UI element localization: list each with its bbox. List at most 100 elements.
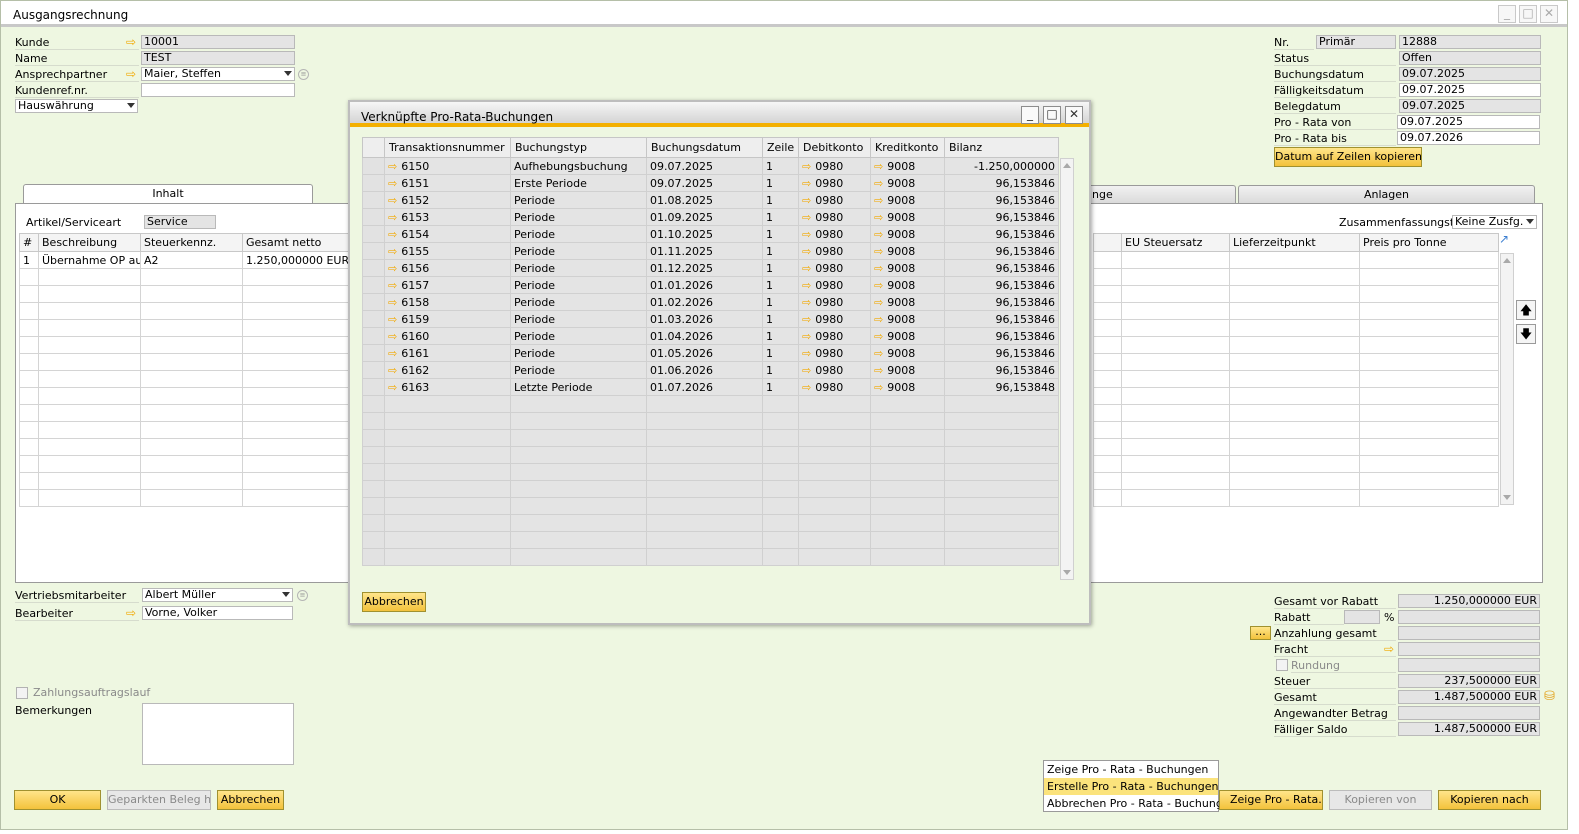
kundenref-input[interactable] (141, 83, 295, 97)
cell-typ[interactable]: Periode (510, 191, 647, 209)
cell-debit[interactable]: ⇨ 0980 (798, 378, 871, 396)
cell-tx[interactable]: ⇨ 6157 (384, 276, 511, 294)
link-arrow-icon[interactable]: ⇨ (802, 347, 811, 360)
cell-debit[interactable]: ⇨ 0980 (798, 276, 871, 294)
info-icon[interactable]: ≡ (297, 590, 308, 601)
link-arrow-icon[interactable]: ⇨ (802, 228, 811, 241)
cell-tx[interactable]: ⇨ 6156 (384, 259, 511, 277)
menu-item-erstelle-prorata[interactable]: Erstelle Pro - Rata - Buchungen (1044, 778, 1218, 795)
buchungsdatum-field[interactable]: 09.07.2025 (1399, 67, 1541, 81)
cell-bilanz[interactable]: 96,153846 (944, 191, 1059, 209)
cell-bilanz[interactable]: 96,153846 (944, 344, 1059, 362)
link-arrow-icon[interactable]: ⇨ (874, 364, 883, 377)
cell-bilanz[interactable]: 96,153846 (944, 242, 1059, 260)
kopieren-von-button[interactable]: Kopieren von (1329, 790, 1432, 810)
cancel-button[interactable]: Abbrechen (217, 790, 284, 810)
col-num[interactable]: # (19, 233, 39, 252)
table-row[interactable]: ⇨ 6151 Erste Periode 09.07.2025 1 ⇨ 0980 ⇨ 9008 9… (362, 174, 1059, 192)
cell-kredit[interactable]: ⇨ 9008 (870, 276, 945, 294)
artikelart-select[interactable]: Service (144, 215, 216, 229)
link-arrow-icon[interactable]: ⇨ (802, 194, 811, 207)
bearbeiter-field[interactable]: Vorne, Volker (142, 606, 293, 620)
zeige-prorata-button[interactable]: Zeige Pro - Rata... (1219, 790, 1323, 810)
table-row[interactable]: ⇨ 6156 Periode 01.12.2025 1 ⇨ 0980 ⇨ 9008 96,1538… (362, 259, 1059, 277)
cell-datum[interactable]: 01.06.2026 (646, 361, 763, 379)
table-row[interactable]: ⇨ 6154 Periode 01.10.2025 1 ⇨ 0980 ⇨ 9008 96,1538… (362, 225, 1059, 243)
cell-tx[interactable]: ⇨ 6153 (384, 208, 511, 226)
menu-item-abbrechen-prorata[interactable]: Abbrechen Pro - Rata - Buchungen (1044, 795, 1237, 812)
nr-series-select[interactable]: Primär (1316, 35, 1396, 49)
cell-debit[interactable]: ⇨ 0980 (798, 310, 871, 328)
cell-kredit[interactable]: ⇨ 9008 (870, 344, 945, 362)
cell-bilanz[interactable]: 96,153846 (944, 225, 1059, 243)
cell-debit[interactable]: ⇨ 0980 (798, 293, 871, 311)
cell-debit[interactable]: ⇨ 0980 (798, 327, 871, 345)
cell-debit[interactable]: ⇨ 0980 (798, 361, 871, 379)
cell-zeile[interactable]: 1 (762, 242, 799, 260)
row-steuer[interactable]: A2 (140, 251, 243, 269)
link-arrow-icon[interactable]: ⇨ (388, 262, 397, 275)
cell-bilanz[interactable]: 96,153846 (944, 310, 1059, 328)
rundung-checkbox[interactable] (1276, 659, 1288, 671)
rabatt-pct-input[interactable] (1344, 610, 1380, 624)
link-arrow-icon[interactable]: ⇨ (388, 296, 397, 309)
table-row[interactable]: ⇨ 6150 Aufhebungsbuchung 09.07.2025 1 ⇨ 0980 ⇨ 9… (362, 157, 1059, 175)
cell-datum[interactable]: 09.07.2025 (646, 157, 763, 175)
faelligkeitsdatum-field[interactable]: 09.07.2025 (1399, 83, 1541, 97)
link-arrow-icon[interactable]: ⇨ (874, 296, 883, 309)
cell-tx[interactable]: ⇨ 6162 (384, 361, 511, 379)
link-arrow-icon[interactable]: ⇨ (874, 279, 883, 292)
link-arrow-icon[interactable]: ⇨ (802, 381, 811, 394)
row-beschreibung[interactable]: Übernahme OP aus 2 (38, 251, 141, 269)
link-arrow-icon[interactable]: ⇨ (388, 330, 397, 343)
maximize-icon[interactable]: □ (1519, 5, 1537, 23)
cell-kredit[interactable]: ⇨ 9008 (870, 242, 945, 260)
anzahlung-button[interactable]: ... (1250, 626, 1271, 640)
cell-kredit[interactable]: ⇨ 9008 (870, 225, 945, 243)
cell-tx[interactable]: ⇨ 6151 (384, 174, 511, 192)
link-arrow-icon[interactable]: ⇨ (874, 245, 883, 258)
col-buchungsdatum[interactable]: Buchungsdatum (646, 137, 763, 158)
link-arrow-icon[interactable]: ⇨ (388, 228, 397, 241)
cell-kredit[interactable]: ⇨ 9008 (870, 208, 945, 226)
cell-kredit[interactable]: ⇨ 9008 (870, 293, 945, 311)
row-netto[interactable]: 1.250,000000 EUR (242, 251, 350, 269)
cell-datum[interactable]: 01.01.2026 (646, 276, 763, 294)
link-arrow-icon[interactable]: ⇨ (1384, 643, 1394, 656)
cell-typ[interactable]: Periode (510, 361, 647, 379)
cell-zeile[interactable]: 1 (762, 225, 799, 243)
menu-item-zeige-prorata[interactable]: Zeige Pro - Rata - Buchungen (1044, 761, 1218, 778)
cell-datum[interactable]: 09.07.2025 (646, 174, 763, 192)
tab-anlagen[interactable]: Anlagen (1238, 185, 1535, 204)
cell-kredit[interactable]: ⇨ 9008 (870, 191, 945, 209)
link-arrow-icon[interactable]: ⇨ (802, 313, 811, 326)
link-arrow-icon[interactable]: ⇨ (388, 279, 397, 292)
cell-bilanz[interactable]: 96,153846 (944, 276, 1059, 294)
cell-tx[interactable]: ⇨ 6159 (384, 310, 511, 328)
cell-typ[interactable]: Aufhebungsbuchung (510, 157, 647, 175)
link-arrow-icon[interactable]: ⇨ (388, 211, 397, 224)
park-document-button[interactable]: Geparkten Beleg hi... (107, 790, 211, 810)
cell-tx[interactable]: ⇨ 6158 (384, 293, 511, 311)
rabatt-amount-field[interactable] (1398, 610, 1540, 624)
col-buchungstyp[interactable]: Buchungstyp (510, 137, 647, 158)
link-arrow-icon[interactable]: ⇨ (802, 262, 811, 275)
cell-debit[interactable]: ⇨ 0980 (798, 208, 871, 226)
cell-zeile[interactable]: 1 (762, 259, 799, 277)
minimize-icon[interactable]: _ (1498, 5, 1516, 23)
zusammenfassung-select[interactable]: Keine Zusfg. (1452, 215, 1537, 229)
table-row[interactable]: 1 Übernahme OP aus 2 A2 1.250,000000 EUR (19, 251, 350, 269)
link-arrow-icon[interactable]: ⇨ (388, 177, 397, 190)
link-arrow-icon[interactable]: ⇨ (802, 245, 811, 258)
cell-zeile[interactable]: 1 (762, 361, 799, 379)
cell-kredit[interactable]: ⇨ 9008 (870, 361, 945, 379)
link-arrow-icon[interactable]: ⇨ (126, 68, 136, 81)
table-row[interactable]: ⇨ 6162 Periode 01.06.2026 1 ⇨ 0980 ⇨ 9008 96,1538… (362, 361, 1059, 379)
link-arrow-icon[interactable]: ⇨ (802, 330, 811, 343)
cell-zeile[interactable]: 1 (762, 276, 799, 294)
prorata-von-field[interactable]: 09.07.2025 (1397, 115, 1540, 129)
cell-datum[interactable]: 01.11.2025 (646, 242, 763, 260)
cell-kredit[interactable]: ⇨ 9008 (870, 174, 945, 192)
link-arrow-icon[interactable]: ⇨ (802, 364, 811, 377)
link-arrow-icon[interactable]: ⇨ (874, 211, 883, 224)
